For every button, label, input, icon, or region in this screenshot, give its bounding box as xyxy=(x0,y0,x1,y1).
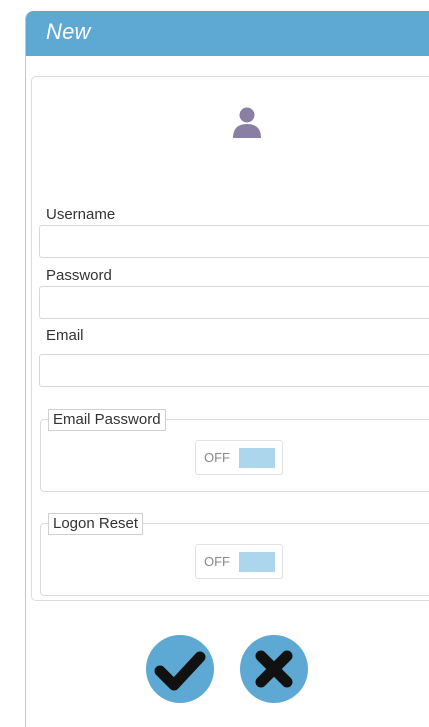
username-label: Username xyxy=(46,206,116,223)
toggle-knob xyxy=(239,552,275,572)
new-user-dialog: New Username Password Email Email Passwo… xyxy=(25,11,429,727)
password-label: Password xyxy=(46,267,112,284)
email-password-legend: Email Password xyxy=(48,409,166,431)
toggle-state-label: OFF xyxy=(204,554,230,569)
confirm-button[interactable] xyxy=(146,635,214,703)
dialog-title: New xyxy=(46,19,91,44)
logon-reset-group: Logon Reset OFF xyxy=(40,513,429,596)
email-label: Email xyxy=(46,327,84,344)
checkmark-icon xyxy=(154,651,206,691)
password-input[interactable] xyxy=(39,286,429,319)
user-icon xyxy=(233,107,261,138)
email-password-group: Email Password OFF xyxy=(40,409,429,492)
username-input[interactable] xyxy=(39,225,429,258)
dialog-titlebar: New xyxy=(26,11,429,56)
email-input[interactable] xyxy=(39,354,429,387)
toggle-knob xyxy=(239,448,275,468)
logon-reset-legend: Logon Reset xyxy=(48,513,144,535)
toggle-state-label: OFF xyxy=(204,450,230,465)
x-icon xyxy=(255,650,293,688)
logon-reset-toggle[interactable]: OFF xyxy=(195,544,283,579)
email-password-toggle[interactable]: OFF xyxy=(195,440,283,475)
form-panel: Username Password Email Email Password O… xyxy=(31,76,429,601)
cancel-button[interactable] xyxy=(240,635,308,703)
